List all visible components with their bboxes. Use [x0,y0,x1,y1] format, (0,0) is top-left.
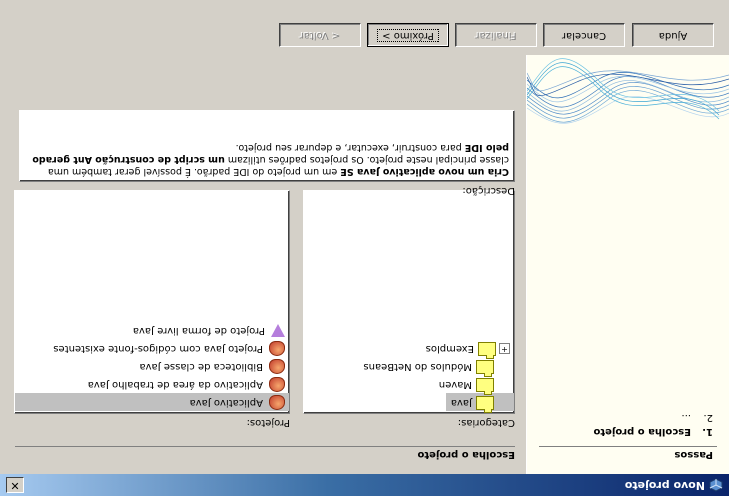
back-button[interactable]: < Voltar [279,23,361,47]
tree-item-netbeans-modules[interactable]: Módulos do NetBeans [304,357,514,375]
expand-icon[interactable]: + [499,343,510,355]
folder-icon [476,360,494,374]
steps-panel: Passos 1. Escolha o projeto 2.... [526,55,729,474]
tree-item-label: Módulos do NetBeans [363,361,472,372]
project-item-label: Aplicativo da área de trabalho Java [87,379,263,390]
folder-icon [478,342,496,356]
tree-item-label: Exemplos [425,343,474,354]
tree-item-label: Maven [438,379,472,390]
project-item-java-freeform[interactable]: Projeto de forma livre Java [15,321,289,339]
page-title: Escolha o projeto [417,449,515,460]
project-item-java-class-library[interactable]: Biblioteca de classe Java [15,357,289,375]
java-coffee-icon [269,359,285,375]
steps-list: 1. Escolha o projeto 2.... [593,410,713,438]
folder-icon [476,378,494,392]
project-item-label: Projeto de forma livre Java [132,325,265,336]
help-button[interactable]: Ajuda [632,23,714,47]
java-coffee-icon [269,395,285,411]
step-number: 1. [702,426,713,437]
project-item-java-desktop-application[interactable]: Aplicativo da área de trabalho Java [15,375,289,393]
button-bar: Ajuda Cancelar Finalizar Próximo > < Vol… [0,0,729,55]
close-icon: ✕ [10,479,20,492]
categories-tree[interactable]: Java Maven Módulos do NetBeans + Exemplos [303,190,515,414]
cancel-button[interactable]: Cancelar [543,23,625,47]
new-project-dialog: Novo projeto ✕ Passos 1. Escolha o projet… [0,0,729,496]
step-item: 2.... [593,410,713,424]
content-panel: Escolha o projeto Categorias: Projetos: … [0,55,526,474]
projects-label: Projetos: [246,417,290,428]
java-coffee-icon [269,377,285,393]
step-item: 1. Escolha o projeto [593,424,713,438]
tree-item-maven[interactable]: Maven [304,375,514,393]
cancel-button-label: Cancelar [561,30,607,41]
help-button-label: Ajuda [658,30,688,41]
decorative-wave-graphic [527,58,729,124]
project-item-label: Aplicativo Java [189,397,263,408]
step-label: ... [681,412,691,423]
project-item-label: Projeto Java com códigos-fonte existente… [53,343,263,354]
tree-item-label: Java [450,397,472,408]
description-text-2: para construir, executar, e depurar seu … [235,142,465,153]
projects-list[interactable]: Aplicativo Java Aplicativo da área de tr… [14,190,290,414]
title-bar[interactable]: Novo projeto ✕ [0,474,729,496]
tree-item-examples[interactable]: + Exemplos [304,339,514,357]
netbeans-cube-icon [709,478,723,492]
java-coffee-icon [269,341,285,357]
tree-item-java[interactable]: Java [446,393,514,411]
description-box: Cria um novo aplicativo Java SE em um pr… [19,110,515,182]
freeform-icon [271,324,285,338]
folder-icon [476,396,494,410]
close-button[interactable]: ✕ [6,477,24,493]
step-label: Escolha o projeto [593,426,691,437]
steps-heading: Passos [674,449,713,460]
categories-label: Categorias: [457,417,515,428]
back-button-label: < Voltar [299,30,341,41]
steps-divider [539,446,717,447]
finish-button-label: Finalizar [475,30,517,41]
next-button-label: Próximo > [377,29,439,42]
finish-button[interactable]: Finalizar [455,23,537,47]
project-item-label: Biblioteca de classe Java [139,361,264,372]
step-number: 2. [703,412,713,423]
next-button[interactable]: Próximo > [367,23,449,47]
project-item-java-existing-sources[interactable]: Projeto Java com códigos-fonte existente… [15,339,289,357]
description-label: Descrição: [462,185,515,196]
title-divider [15,446,515,447]
project-item-java-application[interactable]: Aplicativo Java [15,393,289,411]
window-title: Novo projeto [624,479,705,492]
description-bold-1: Cria um novo aplicativo Java SE [340,166,509,177]
